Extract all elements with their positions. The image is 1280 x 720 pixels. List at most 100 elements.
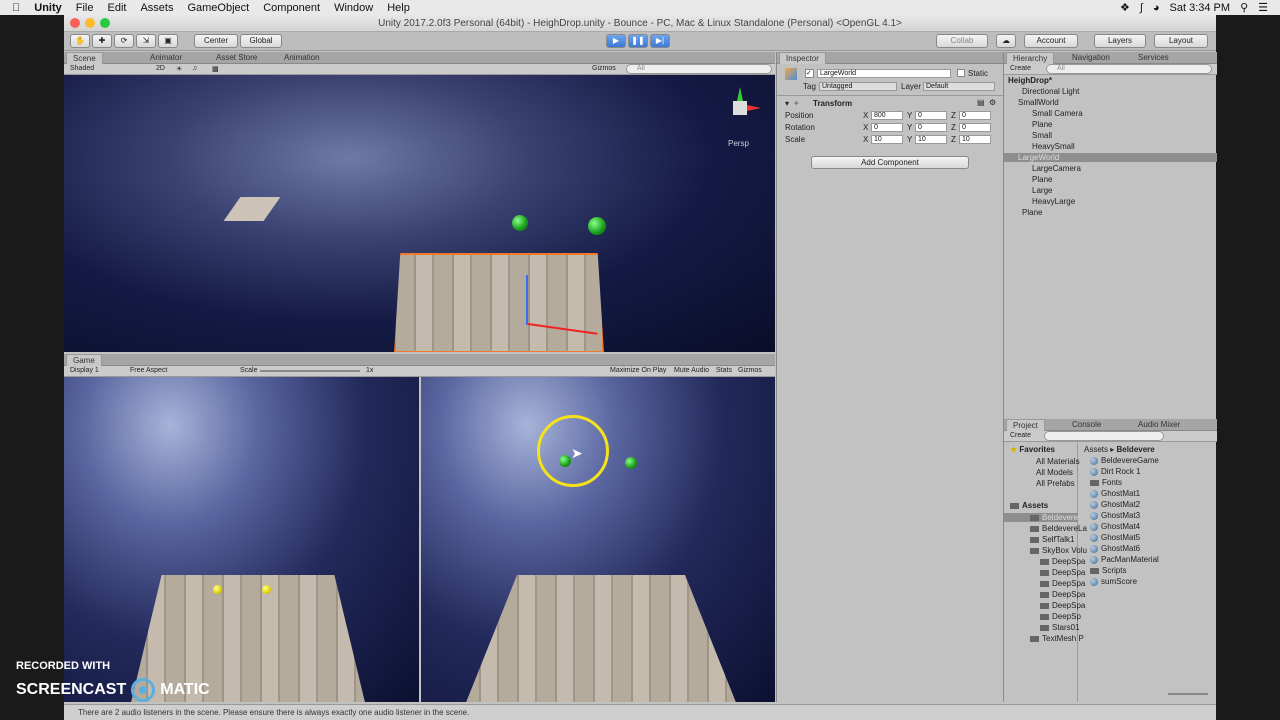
hierarchy-item[interactable]: LargeWorld [1004,153,1217,162]
mode-2d-toggle[interactable]: 2D [156,65,165,72]
pause-button[interactable]: ❚❚ [628,34,648,48]
active-checkbox[interactable]: ✓ [805,69,814,78]
project-folder[interactable]: DeepSpa [1004,601,1085,610]
audio-icon[interactable]: ♫ [192,65,197,72]
aspect-dropdown[interactable]: Free Aspect [130,367,167,374]
assets-header[interactable]: Assets [1010,501,1048,510]
menu-assets[interactable]: Assets [140,2,173,14]
transform-position-x-field[interactable]: 800 [871,111,903,120]
maximize-on-play-toggle[interactable]: Maximize On Play [610,367,666,374]
menu-edit[interactable]: Edit [107,2,126,14]
pivot-global-button[interactable]: Global [240,34,282,48]
project-asset[interactable]: GhostMat2 [1090,500,1140,509]
account-dropdown[interactable]: Account [1024,34,1078,48]
hierarchy-item[interactable]: Plane [1004,175,1217,184]
bluetooth-icon[interactable]: ∫ [1140,2,1143,14]
object-name-input[interactable]: LargeWorld [817,69,951,78]
transform-header[interactable]: Transform [813,99,852,108]
icon-size-slider[interactable] [1168,693,1208,695]
status-bar[interactable]: There are 2 audio listeners in the scene… [64,704,1216,720]
apple-icon[interactable]:  [12,2,20,14]
hierarchy-item[interactable]: HeavySmall [1004,142,1217,151]
tab-scene[interactable]: Scene [66,52,103,64]
search-icon[interactable]: ⚲ [1240,1,1248,14]
move-gizmo-y-icon[interactable] [526,275,528,325]
status-message[interactable]: There are 2 audio listeners in the scene… [78,708,469,717]
transform-fold-icon[interactable]: ▾ [785,99,789,108]
tag-dropdown[interactable]: Untagged [819,82,897,91]
hierarchy-search-input[interactable]: All [1046,64,1212,74]
small-plane[interactable] [223,197,281,221]
favorites-item[interactable]: All Models [1036,468,1073,477]
transform-scale-y-field[interactable]: 10 [915,135,947,144]
project-asset[interactable]: Dirt Rock 1 [1090,467,1141,476]
menu-window[interactable]: Window [334,2,373,14]
project-asset[interactable]: GhostMat6 [1090,544,1140,553]
wifi-icon[interactable]: ◕ [1153,2,1160,14]
project-folder[interactable]: SelfTalk1 [1004,535,1078,544]
orientation-gizmo-icon[interactable] [719,87,763,131]
tab-project[interactable]: Project [1006,419,1045,431]
project-asset[interactable]: PacManMaterial [1090,555,1159,564]
component-settings-icon[interactable]: ⚙ [989,98,996,107]
project-asset[interactable]: GhostMat1 [1090,489,1140,498]
ball-object[interactable] [588,217,606,235]
project-folder[interactable]: DeepSpa [1004,557,1085,566]
project-asset[interactable]: sumScore [1090,577,1137,586]
static-checkbox[interactable] [957,69,965,77]
component-help-icon[interactable]: ▤ [977,98,985,107]
game-gizmos-toggle[interactable]: Gizmos [738,367,762,374]
favorites-item[interactable]: All Materials [1036,457,1080,466]
minimize-button[interactable] [85,18,95,28]
layout-dropdown[interactable]: Layout [1154,34,1208,48]
project-create-dropdown[interactable]: Create [1010,432,1031,439]
transform-position-z-field[interactable]: 0 [959,111,991,120]
zoom-button[interactable] [100,18,110,28]
project-folder[interactable]: Beldevere [1004,513,1078,522]
effects-icon[interactable]: ▩ [212,65,219,73]
favorites-item[interactable]: All Prefabs [1036,479,1075,488]
menu-file[interactable]: File [76,2,94,14]
tab-animation[interactable]: Animation [278,52,326,64]
project-asset[interactable]: GhostMat3 [1090,511,1140,520]
stats-toggle[interactable]: Stats [716,367,732,374]
close-button[interactable] [70,18,80,28]
menu-list-icon[interactable]: ☰ [1258,1,1268,14]
rect-tool-icon[interactable]: ▣ [158,34,178,48]
scale-slider[interactable] [260,370,360,372]
hierarchy-item[interactable]: Large [1004,186,1217,195]
tab-audio-mixer[interactable]: Audio Mixer [1132,419,1186,431]
transform-rotation-z-field[interactable]: 0 [959,123,991,132]
transform-rotation-y-field[interactable]: 0 [915,123,947,132]
tab-asset-store[interactable]: Asset Store [210,52,263,64]
menu-app[interactable]: Unity [34,2,62,14]
mute-audio-toggle[interactable]: Mute Audio [674,367,709,374]
display-dropdown[interactable]: Display 1 [70,367,99,374]
ball-object[interactable] [512,215,528,231]
tab-console[interactable]: Console [1066,419,1107,431]
breadcrumb-beldevere[interactable]: Beldevere [1116,445,1154,454]
hierarchy-item[interactable]: Small [1004,131,1217,140]
pivot-center-button[interactable]: Center [194,34,238,48]
clock[interactable]: Sat 3:34 PM [1170,2,1231,14]
tab-navigation[interactable]: Navigation [1066,52,1116,64]
layers-dropdown[interactable]: Layers [1094,34,1146,48]
tab-game[interactable]: Game [66,354,102,366]
scene-gizmos-dropdown[interactable]: Gizmos [592,65,616,72]
rotate-tool-icon[interactable]: ⟳ [114,34,134,48]
project-folder[interactable]: BeldevereLa [1004,524,1087,533]
large-crate-selected[interactable] [394,253,604,352]
project-search-input[interactable] [1044,431,1164,441]
project-asset[interactable]: Scripts [1090,566,1126,575]
scale-tool-icon[interactable]: ⇲ [136,34,156,48]
tab-animator[interactable]: Animator [144,52,188,64]
persp-label[interactable]: Persp [728,139,749,148]
menu-help[interactable]: Help [387,2,410,14]
add-component-button[interactable]: Add Component [811,156,969,169]
transform-scale-x-field[interactable]: 10 [871,135,903,144]
step-button[interactable]: ▶| [650,34,670,48]
cloud-icon[interactable]: ☁ [996,34,1016,48]
project-folder[interactable]: SkyBox Volu [1004,546,1087,555]
hierarchy-item[interactable]: Plane [1004,120,1217,129]
game-view-left[interactable] [64,377,419,702]
